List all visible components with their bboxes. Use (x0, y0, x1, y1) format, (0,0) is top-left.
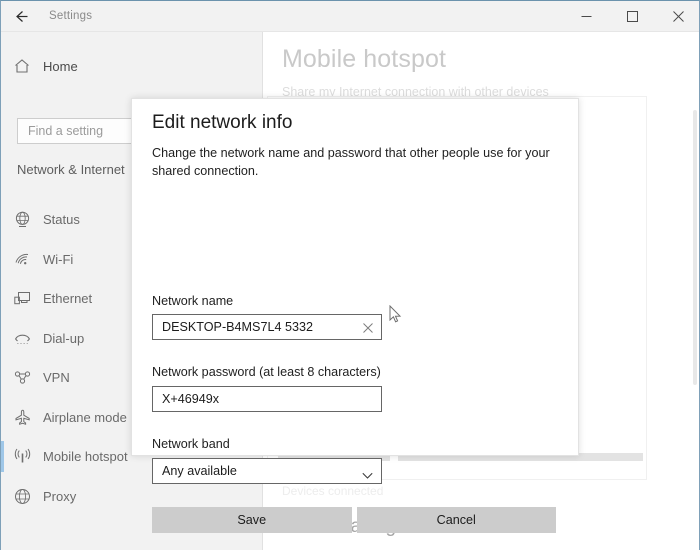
edit-network-info-dialog: Edit network info Change the network nam… (131, 98, 579, 533)
sidebar-item-label: Wi-Fi (43, 251, 74, 267)
page-title: Mobile hotspot (282, 45, 446, 73)
airplane-icon (1, 408, 43, 427)
sidebar-item-label: Mobile hotspot (43, 449, 128, 465)
ethernet-icon (1, 289, 43, 308)
maximize-icon[interactable] (609, 1, 655, 31)
network-band-select[interactable]: Any available (152, 458, 382, 484)
home-icon (1, 57, 43, 75)
window-controls (563, 1, 699, 31)
sidebar-section-label: Network & Internet (17, 162, 125, 177)
sidebar-item-label: VPN (43, 370, 70, 386)
vertical-scrollbar[interactable] (693, 110, 697, 385)
network-name-input[interactable]: DESKTOP-B4MS7L4 5332 (152, 314, 382, 340)
globe-status-icon (1, 210, 43, 229)
cancel-button[interactable]: Cancel (356, 507, 556, 533)
network-name-value: DESKTOP-B4MS7L4 5332 (162, 320, 313, 334)
minimize-icon[interactable] (563, 1, 609, 31)
sidebar-item-home[interactable]: Home (1, 49, 263, 83)
dialog-description: Change the network name and password tha… (152, 146, 550, 178)
title-bar: Settings (1, 1, 699, 32)
network-password-value: X+46949x (162, 392, 220, 406)
sidebar-item-label: Status (43, 212, 80, 228)
selection-indicator (1, 441, 4, 472)
close-icon[interactable] (655, 1, 699, 31)
settings-window: Settings Home Find a setting Network & I… (0, 0, 700, 550)
network-password-label: Network password (at least 8 characters) (152, 365, 381, 379)
proxy-globe-icon (1, 487, 43, 506)
mobile-hotspot-icon (1, 447, 43, 466)
back-arrow-icon[interactable] (1, 1, 41, 31)
save-button[interactable]: Save (152, 507, 352, 533)
wifi-icon (1, 250, 43, 269)
dialog-title: Edit network info (152, 112, 293, 133)
network-band-value: Any available (162, 464, 237, 478)
sidebar-item-label: Ethernet (43, 291, 93, 307)
window-title: Settings (49, 10, 93, 22)
sidebar-item-label: Airplane mode (43, 409, 127, 425)
search-placeholder: Find a setting (28, 124, 104, 138)
network-name-label: Network name (152, 294, 234, 308)
sidebar-item-label: Proxy (43, 488, 77, 504)
dialup-phone-icon (1, 329, 43, 348)
network-password-input[interactable]: X+46949x (152, 386, 382, 412)
vpn-icon (1, 368, 43, 387)
sidebar-item-label: Dial-up (43, 330, 85, 346)
home-label: Home (43, 58, 78, 74)
devices-connected-label: Devices connected (282, 484, 384, 498)
clear-x-icon[interactable] (360, 320, 375, 335)
network-band-label: Network band (152, 437, 230, 451)
dialog-button-row: Save Cancel (152, 507, 556, 533)
title-bar-left: Settings (1, 1, 263, 31)
chevron-down-icon (362, 467, 373, 485)
